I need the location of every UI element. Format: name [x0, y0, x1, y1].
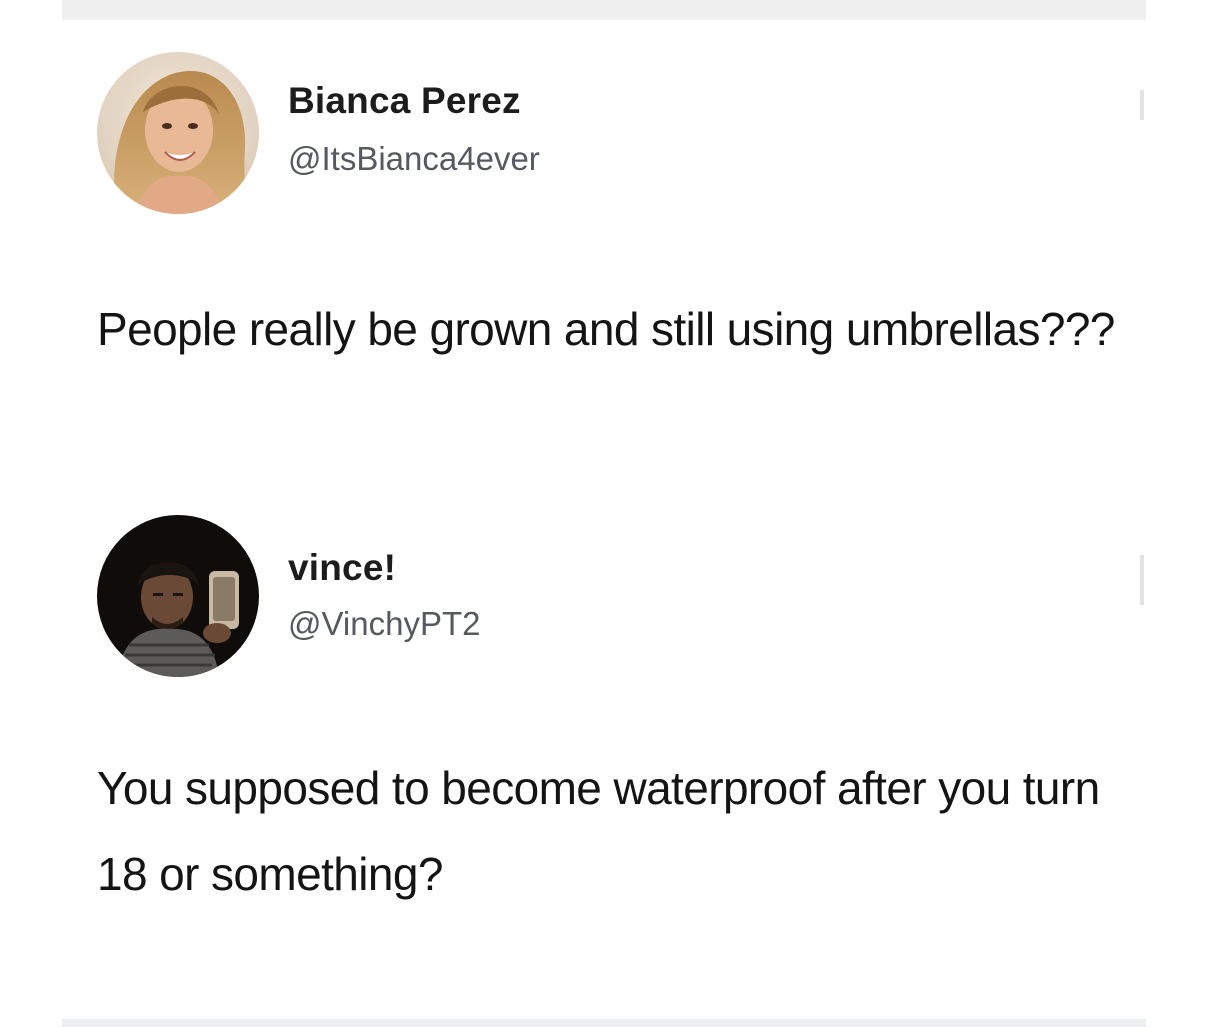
- bottom-divider: [62, 1019, 1146, 1027]
- avatar[interactable]: [97, 52, 259, 214]
- screenshot-frame: Bianca Perez @ItsBianca4ever People real…: [0, 0, 1207, 1027]
- tweet-text: You supposed to become waterproof after …: [97, 762, 1100, 900]
- avatar-photo-icon: [97, 52, 259, 214]
- top-divider: [62, 0, 1146, 20]
- user-display-name[interactable]: vince!: [288, 547, 396, 589]
- edge-divider: [1140, 90, 1144, 120]
- user-handle[interactable]: @ItsBianca4ever: [288, 140, 540, 178]
- avatar-photo-icon: [97, 515, 259, 677]
- edge-divider: [1140, 555, 1144, 605]
- tweet-text: People really be grown and still using u…: [97, 303, 1115, 355]
- user-handle[interactable]: @VinchyPT2: [288, 605, 480, 643]
- user-display-name[interactable]: Bianca Perez: [288, 80, 521, 122]
- avatar[interactable]: [97, 515, 259, 677]
